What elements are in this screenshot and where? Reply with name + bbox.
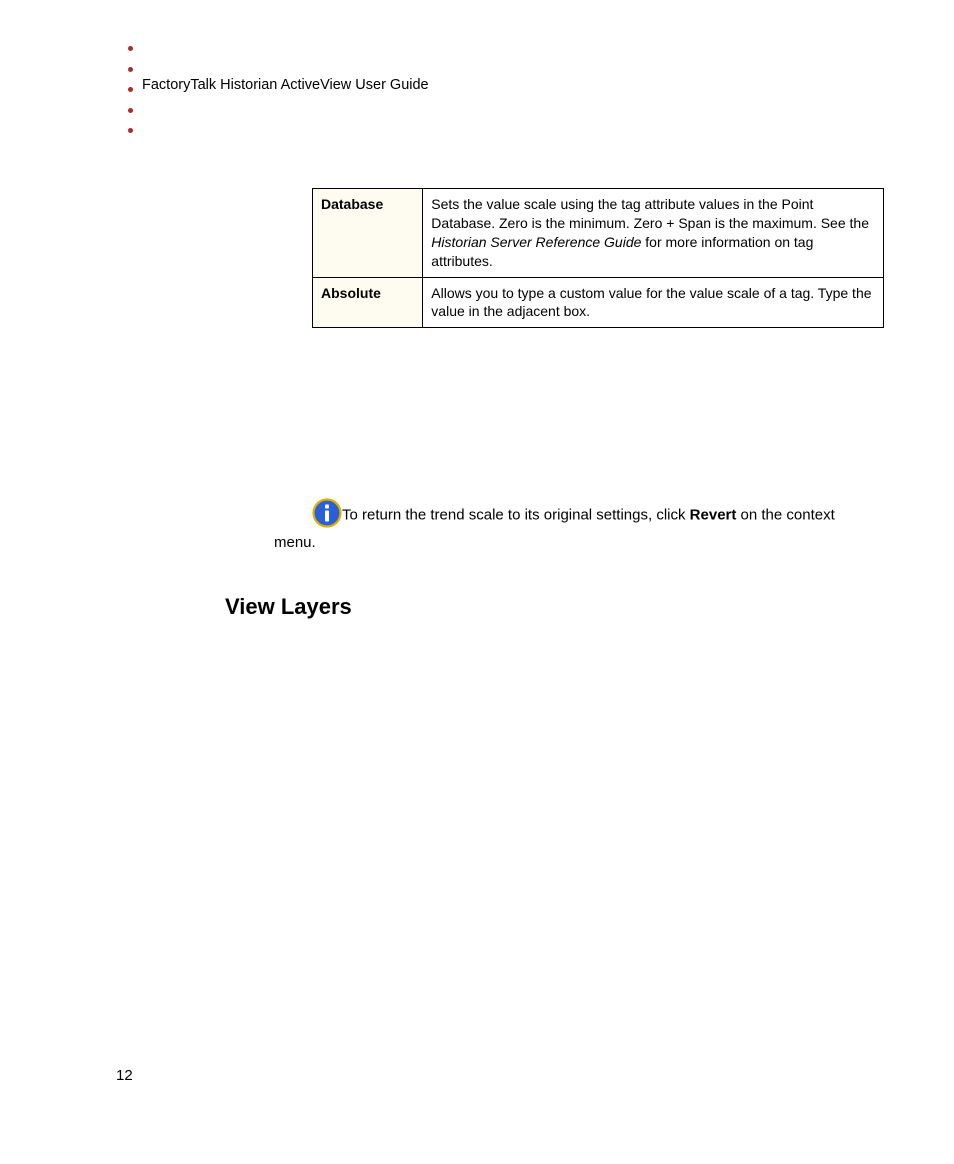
content-area: Database Sets the value scale using the … (274, 188, 862, 328)
bullet-icon (128, 108, 133, 113)
table-row: Database Sets the value scale using the … (313, 189, 884, 278)
info-icon (312, 498, 342, 533)
bullet-icon (128, 46, 133, 51)
table-cell-label: Absolute (313, 277, 423, 328)
info-bold: Revert (690, 507, 737, 524)
bullet-icon (128, 87, 133, 92)
page: FactoryTalk Historian ActiveView User Gu… (0, 0, 954, 1164)
value-scale-table: Database Sets the value scale using the … (312, 188, 884, 328)
desc-text: Sets the value scale using the tag attri… (431, 196, 869, 231)
table-cell-label: Database (313, 189, 423, 278)
info-text: To return the trend scale to its origina… (274, 507, 835, 551)
desc-text: Allows you to type a custom value for th… (431, 285, 871, 320)
table-cell-desc: Sets the value scale using the tag attri… (423, 189, 884, 278)
desc-italic: Historian Server Reference Guide (431, 234, 641, 250)
page-number: 12 (116, 1067, 133, 1084)
header-bullets (128, 46, 133, 133)
bullet-icon (128, 128, 133, 133)
table-row: Absolute Allows you to type a custom val… (313, 277, 884, 328)
bullet-icon (128, 67, 133, 72)
table-cell-desc: Allows you to type a custom value for th… (423, 277, 884, 328)
running-header: FactoryTalk Historian ActiveView User Gu… (142, 77, 429, 93)
info-pre: To return the trend scale to its origina… (342, 507, 690, 524)
section-heading: View Layers (225, 594, 352, 620)
info-note: To return the trend scale to its origina… (274, 498, 860, 553)
